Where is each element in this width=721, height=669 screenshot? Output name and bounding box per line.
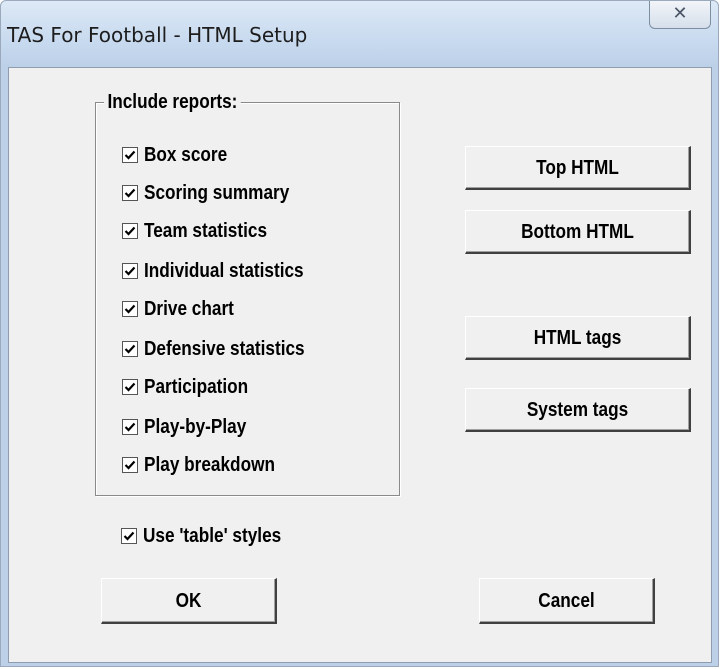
ok-button[interactable]: OK [101,578,277,624]
button-label: Bottom HTML [521,220,634,243]
include-reports-group: Include reports: Box score Scoring summa… [95,91,400,496]
checkbox-checked-icon[interactable] [121,528,137,544]
dialog-client-area: Include reports: Box score Scoring summa… [8,67,712,663]
checkbox-label: Play breakdown [144,454,275,476]
checkbox-label: Scoring summary [144,182,290,204]
cancel-button[interactable]: Cancel [479,578,655,624]
checkbox-checked-icon[interactable] [122,341,138,357]
checkbox-label: Box score [144,144,228,166]
checkbox-checked-icon[interactable] [122,185,138,201]
checkbox-label: Participation [144,376,249,398]
button-label: Top HTML [536,156,619,179]
close-icon[interactable]: ✕ [650,5,710,23]
checkbox-checked-icon[interactable] [122,457,138,473]
top-html-button[interactable]: Top HTML [465,146,691,190]
html-tags-button[interactable]: HTML tags [465,316,691,360]
window-title: TAS For Football - HTML Setup [7,23,308,47]
checkbox-checked-icon[interactable] [122,147,138,163]
checkbox-label: Defensive statistics [144,338,305,360]
checkbox-label: Drive chart [144,298,234,320]
button-label: OK [175,589,202,612]
group-legend: Include reports: [104,91,241,113]
dialog-window: TAS For Football - HTML Setup ✕ Include … [0,0,719,667]
checkbox-checked-icon[interactable] [122,263,138,279]
checkbox-label: Team statistics [144,220,268,242]
checkbox-label: Use 'table' styles [143,525,282,547]
system-tags-button[interactable]: System tags [465,388,691,432]
checkbox-label: Play-by-Play [144,416,247,438]
button-label: System tags [526,398,629,421]
button-label: Cancel [538,589,595,612]
checkbox-checked-icon[interactable] [122,379,138,395]
close-button[interactable]: ✕ [649,1,711,29]
checkbox-label: Individual statistics [144,260,304,282]
checkbox-checked-icon[interactable] [122,223,138,239]
checkbox-checked-icon[interactable] [122,419,138,435]
checkbox-checked-icon[interactable] [122,301,138,317]
bottom-html-button[interactable]: Bottom HTML [465,210,691,254]
button-label: HTML tags [533,326,622,349]
title-bar[interactable]: TAS For Football - HTML Setup ✕ [1,1,718,67]
